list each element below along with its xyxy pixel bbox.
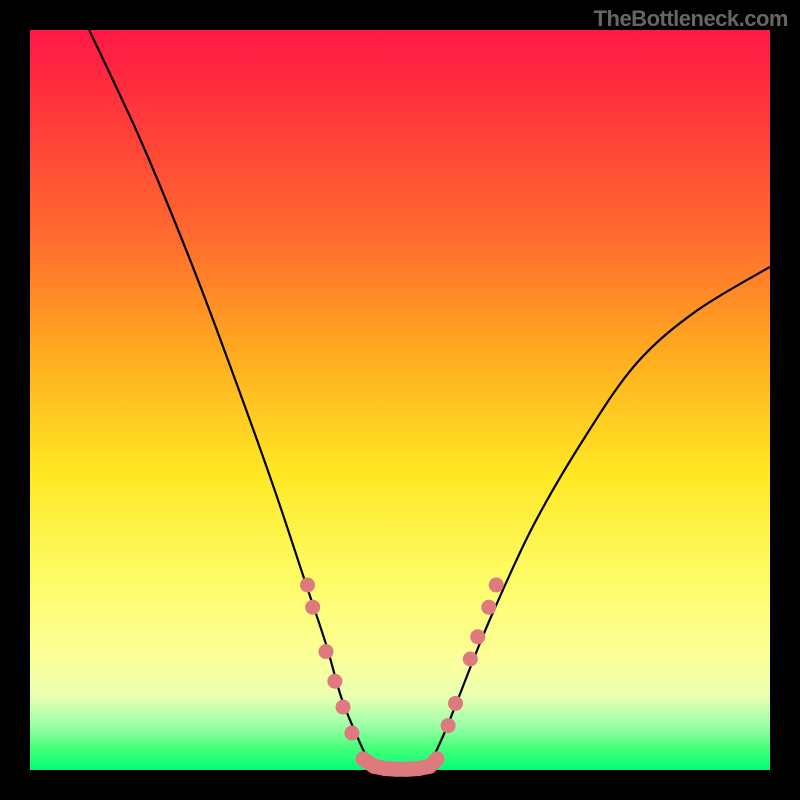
chart-svg xyxy=(30,30,770,770)
marker-left xyxy=(300,578,315,593)
marker-right xyxy=(463,652,478,667)
watermark-text: TheBottleneck.com xyxy=(594,6,788,32)
marker-left xyxy=(344,726,359,741)
plot-area xyxy=(30,30,770,770)
marker-left xyxy=(319,644,334,659)
marker-right xyxy=(470,629,485,644)
marker-right xyxy=(481,600,496,615)
marker-right xyxy=(489,578,504,593)
markers-group xyxy=(300,578,504,777)
marker-right xyxy=(448,696,463,711)
chart-container: TheBottleneck.com xyxy=(0,0,800,800)
marker-left xyxy=(336,700,351,715)
marker-left xyxy=(327,674,342,689)
marker-right xyxy=(441,718,456,733)
curve-group xyxy=(89,30,770,771)
bottleneck-curve xyxy=(89,30,770,771)
marker-left xyxy=(305,600,320,615)
marker-basin xyxy=(430,751,445,766)
